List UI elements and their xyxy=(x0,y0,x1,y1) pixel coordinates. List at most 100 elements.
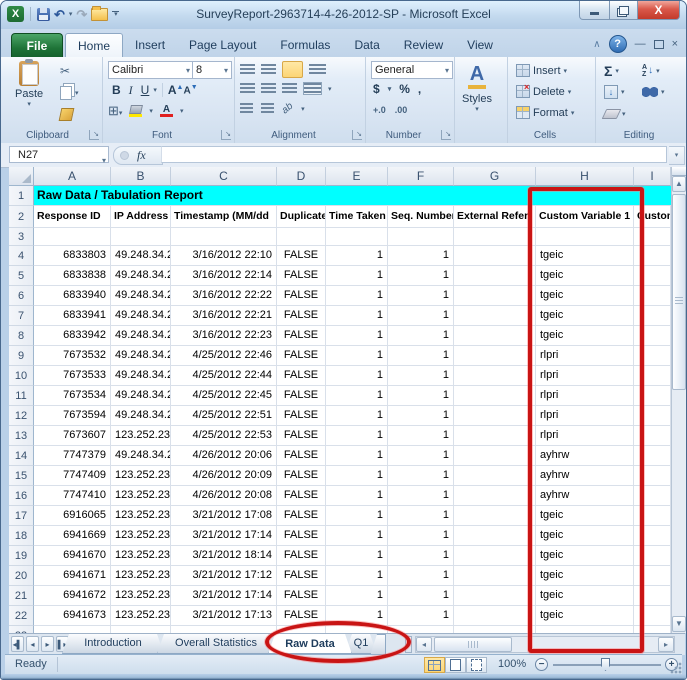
cell-D8[interactable]: FALSE xyxy=(277,326,326,346)
row-header-2[interactable]: 2 xyxy=(9,206,34,228)
cell-F16[interactable]: 1 xyxy=(388,486,454,506)
column-header-I[interactable]: I xyxy=(634,167,671,186)
cell-B7[interactable]: 49.248.34.202 xyxy=(111,306,171,326)
cell-B18[interactable]: 123.252.239.3 xyxy=(111,526,171,546)
cell-F3[interactable] xyxy=(388,228,454,246)
cell-C10[interactable]: 4/25/2012 22:44 xyxy=(171,366,277,386)
cell-G11[interactable] xyxy=(454,386,536,406)
cell-A21[interactable]: 6941672 xyxy=(34,586,111,606)
row-header-4[interactable]: 4 xyxy=(9,246,34,266)
cell-C14[interactable]: 4/26/2012 20:06 xyxy=(171,446,277,466)
sheet-tab-overall-statistics[interactable]: Overall Statistics xyxy=(157,634,275,654)
cell-G13[interactable] xyxy=(454,426,536,446)
cell-A2[interactable]: Response ID xyxy=(34,206,111,228)
paste-dropdown-icon[interactable]: ▾ xyxy=(27,100,31,108)
cell-G10[interactable] xyxy=(454,366,536,386)
grow-font-button[interactable]: A▲ xyxy=(168,83,184,97)
cell-F19[interactable]: 1 xyxy=(388,546,454,566)
cell-B15[interactable]: 123.252.239.3 xyxy=(111,466,171,486)
ribbon-tab-home[interactable]: Home xyxy=(65,33,123,57)
cell-E8[interactable]: 1 xyxy=(326,326,388,346)
column-header-B[interactable]: B xyxy=(111,167,171,186)
font-size-select[interactable]: 8▾ xyxy=(192,61,232,79)
column-header-D[interactable]: D xyxy=(277,167,326,186)
cell-C5[interactable]: 3/16/2012 22:14 xyxy=(171,266,277,286)
cell-B11[interactable]: 49.248.34.202 xyxy=(111,386,171,406)
cell-B17[interactable]: 123.252.239.3 xyxy=(111,506,171,526)
open-folder-icon[interactable] xyxy=(91,8,108,21)
cell-C8[interactable]: 3/16/2012 22:23 xyxy=(171,326,277,346)
cell-B19[interactable]: 123.252.239.3 xyxy=(111,546,171,566)
cell-A16[interactable]: 7747410 xyxy=(34,486,111,506)
column-header-A[interactable]: A xyxy=(34,167,111,186)
cell-A14[interactable]: 7747379 xyxy=(34,446,111,466)
align-middle-button[interactable] xyxy=(261,64,276,75)
restore-button[interactable] xyxy=(610,1,638,20)
wrap-text-button[interactable] xyxy=(309,64,326,75)
undo-icon[interactable]: ↶ xyxy=(54,8,65,21)
cell-G21[interactable] xyxy=(454,586,536,606)
font-color-button[interactable]: A xyxy=(160,105,173,117)
cell-B10[interactable]: 49.248.34.202 xyxy=(111,366,171,386)
cell-C15[interactable]: 4/26/2012 20:09 xyxy=(171,466,277,486)
cell-D21[interactable]: FALSE xyxy=(277,586,326,606)
cell-G23[interactable] xyxy=(454,626,536,633)
name-box[interactable]: N27 ▾ xyxy=(9,146,109,163)
formula-input[interactable] xyxy=(161,146,667,163)
cell-F4[interactable]: 1 xyxy=(388,246,454,266)
workbook-close-button[interactable]: × xyxy=(672,37,678,51)
cell-B21[interactable]: 123.252.239.3 xyxy=(111,586,171,606)
number-dialog-launcher-icon[interactable]: ↘ xyxy=(441,130,451,140)
row-header-16[interactable]: 16 xyxy=(9,486,34,506)
row-header-14[interactable]: 14 xyxy=(9,446,34,466)
merge-dropdown-icon[interactable]: ▾ xyxy=(328,85,332,93)
cell-B5[interactable]: 49.248.34.202 xyxy=(111,266,171,286)
cell-D18[interactable]: FALSE xyxy=(277,526,326,546)
cell-B12[interactable]: 49.248.34.202 xyxy=(111,406,171,426)
cell-E17[interactable]: 1 xyxy=(326,506,388,526)
align-left-button[interactable] xyxy=(240,83,255,94)
cell-A18[interactable]: 6941669 xyxy=(34,526,111,546)
cell-A11[interactable]: 7673534 xyxy=(34,386,111,406)
styles-dropdown-icon[interactable]: ▾ xyxy=(475,105,479,113)
cell-F11[interactable]: 1 xyxy=(388,386,454,406)
cell-C11[interactable]: 4/25/2012 22:45 xyxy=(171,386,277,406)
cell-D19[interactable]: FALSE xyxy=(277,546,326,566)
help-icon[interactable]: ? xyxy=(609,35,627,53)
cell-B22[interactable]: 123.252.239.3 xyxy=(111,606,171,626)
row-header-10[interactable]: 10 xyxy=(9,366,34,386)
view-page-break-button[interactable] xyxy=(466,657,487,673)
ribbon-tab-view[interactable]: View xyxy=(455,33,505,57)
insert-function-button[interactable]: fx xyxy=(113,146,163,165)
cell-C6[interactable]: 3/16/2012 22:22 xyxy=(171,286,277,306)
cell-D15[interactable]: FALSE xyxy=(277,466,326,486)
minimize-button[interactable] xyxy=(579,1,610,20)
cell-D14[interactable]: FALSE xyxy=(277,446,326,466)
cell-D6[interactable]: FALSE xyxy=(277,286,326,306)
cell-F13[interactable]: 1 xyxy=(388,426,454,446)
cell-E15[interactable]: 1 xyxy=(326,466,388,486)
row-header-5[interactable]: 5 xyxy=(9,266,34,286)
row-header-20[interactable]: 20 xyxy=(9,566,34,586)
cell-D3[interactable] xyxy=(277,228,326,246)
cell-A22[interactable]: 6941673 xyxy=(34,606,111,626)
font-name-select[interactable]: Calibri▾ xyxy=(108,61,194,79)
workbook-restore-button[interactable] xyxy=(654,40,664,49)
cell-A13[interactable]: 7673607 xyxy=(34,426,111,446)
row-header-13[interactable]: 13 xyxy=(9,426,34,446)
cell-F6[interactable]: 1 xyxy=(388,286,454,306)
cell-C4[interactable]: 3/16/2012 22:10 xyxy=(171,246,277,266)
alignment-dialog-launcher-icon[interactable]: ↘ xyxy=(352,130,362,140)
cell-G5[interactable] xyxy=(454,266,536,286)
ribbon-tab-insert[interactable]: Insert xyxy=(123,33,177,57)
row-header-18[interactable]: 18 xyxy=(9,526,34,546)
vertical-scrollbar[interactable]: ▲ ▼ xyxy=(671,167,686,633)
cell-B4[interactable]: 49.248.34.202 xyxy=(111,246,171,266)
row-header-23[interactable]: 23 xyxy=(9,626,34,633)
cell-D7[interactable]: FALSE xyxy=(277,306,326,326)
sheet-tab-introduction[interactable]: Introduction xyxy=(62,634,164,654)
cell-A19[interactable]: 6941670 xyxy=(34,546,111,566)
cell-G3[interactable] xyxy=(454,228,536,246)
cell-D10[interactable]: FALSE xyxy=(277,366,326,386)
column-header-G[interactable]: G xyxy=(454,167,536,186)
